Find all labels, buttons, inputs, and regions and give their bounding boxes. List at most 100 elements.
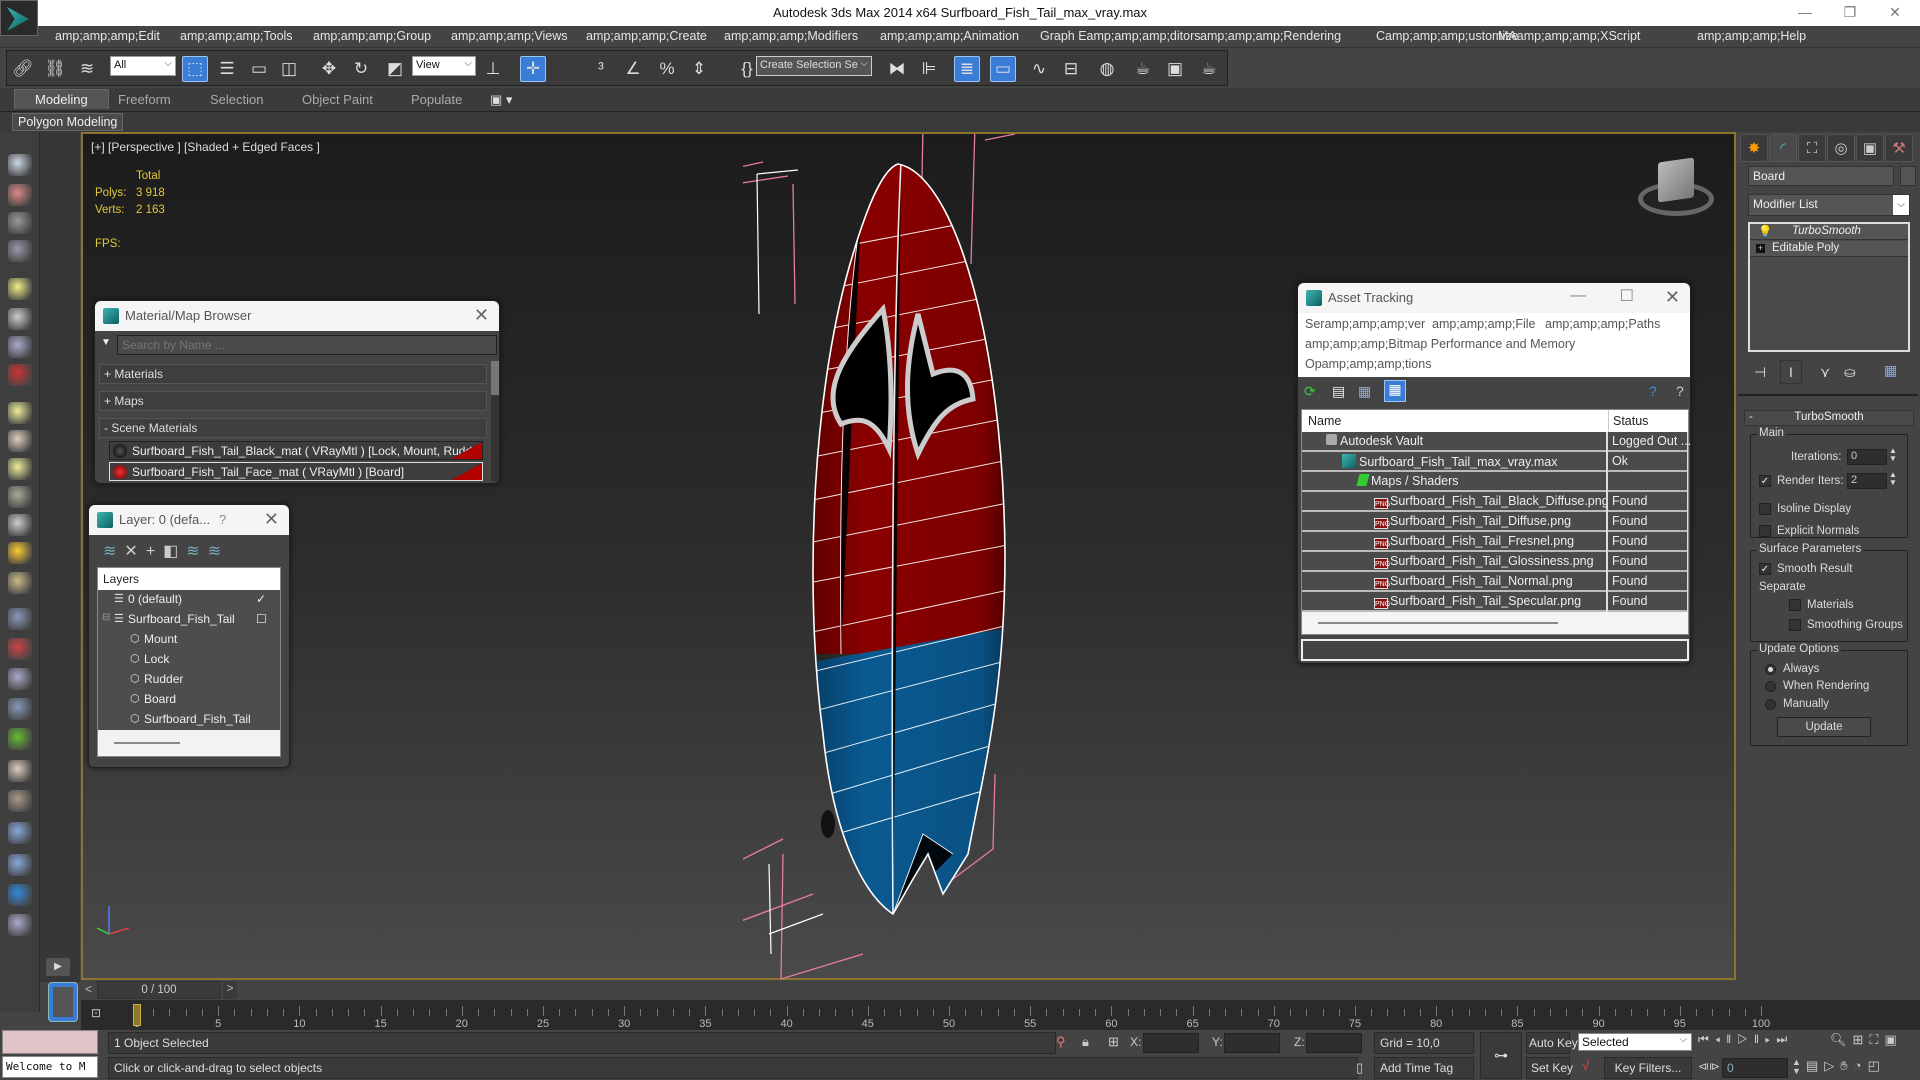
menu-item[interactable]: amp;amp;amp;Group [313,29,431,43]
tab-selection[interactable]: Selection [210,92,263,107]
named-selection-dropdown[interactable]: Create Selection Se ⌵ [756,56,872,76]
utilities-tab-icon[interactable]: ⚒ [1885,134,1913,162]
light-lister-icon[interactable] [8,278,32,300]
column-status[interactable]: Status [1608,410,1652,432]
curve-editor-icon[interactable]: ∿ [1026,56,1052,82]
current-layer-check-icon[interactable]: ✓ [256,592,266,606]
close-icon[interactable]: ✕ [264,509,279,530]
pivot-icon[interactable]: ⊥ [480,56,506,82]
viewport-label[interactable]: [+] [Perspective ] [Shaded + Edged Faces… [91,140,320,154]
selection-filter-dropdown[interactable]: All ⌵ [110,56,176,76]
spinner-arrows-icon[interactable]: ▲ ▼ [1889,447,1897,463]
render-frame-icon[interactable] [8,184,32,206]
select-by-name-icon[interactable]: ☰ [214,56,240,82]
modify-tab-icon[interactable]: ◜ [1769,134,1797,162]
create-layer-icon[interactable]: ≋ [103,543,124,560]
absolute-mode-icon[interactable]: ⊞ [1108,1034,1119,1050]
asset-row[interactable]: Surfboard_Fish_Tail_max_vray.max Ok [1302,452,1687,472]
prev-frame-arrow[interactable]: < [85,982,92,996]
zoom-extents-icon[interactable]: ⛶ [1869,1032,1884,1047]
play-icon[interactable]: ▷ [1737,1032,1754,1046]
tab-freeform[interactable]: Freeform [118,92,171,107]
ring-icon[interactable] [8,458,32,480]
menu-item[interactable]: amp;amp;amp;Edit [55,29,160,43]
asset-hscroll[interactable] [1302,612,1688,634]
stack-item-turbosmooth[interactable]: 💡 TurboSmooth [1750,224,1908,240]
smooth-result-checkbox[interactable]: ✓ [1759,563,1771,575]
asset-row[interactable]: Autodesk Vault Logged Out ... [1302,432,1691,452]
display-tab-icon[interactable]: ▣ [1856,134,1884,162]
category-scene-materials[interactable]: - Scene Materials [99,418,487,438]
vault-help-icon[interactable]: ? [1649,383,1657,399]
asset-row[interactable]: PNGSurfboard_Fish_Tail_Normal.png Found [1302,572,1687,592]
column-name[interactable]: Name [1308,414,1341,428]
layer-row[interactable]: ⬡ Mount [98,630,280,650]
collapse-icon[interactable]: ⊟ [102,612,110,623]
when-rendering-radio[interactable] [1765,681,1776,692]
asset-path-field[interactable] [1301,639,1689,661]
asset-row[interactable]: Maps / Shaders [1302,472,1687,492]
menu-item[interactable]: amp;amp;amp;Modifiers [724,29,858,43]
frame-spinner-icon[interactable]: ▲ ▼ [1792,1058,1801,1076]
scene-explorer-icon[interactable]: ▭ [990,56,1016,82]
material-item-selected[interactable]: Surfboard_Fish_Tail_Face_mat ( VRayMtl )… [109,462,483,481]
set-key-button[interactable]: Set Key [1526,1057,1573,1079]
asset-row[interactable]: PNGSurfboard_Fish_Tail_Black_Diffuse.png… [1302,492,1687,512]
category-materials[interactable]: + Materials [99,364,487,384]
render-icon-2[interactable] [8,884,32,906]
render-iters-spinner[interactable]: 2 [1847,473,1887,489]
maximize-button[interactable]: ☐ [1620,286,1634,306]
manually-radio[interactable] [1765,699,1776,710]
material-browser-titlebar[interactable]: Material/Map Browser ✕ [95,301,499,331]
unlink-icon[interactable]: ⛓ [42,56,68,82]
menu-item[interactable]: amp;amp;amp;Create [586,29,707,43]
tree-view-icon[interactable]: ▦ [1358,383,1371,400]
track-bar[interactable]: ⊡ 05101520253035404550556065707580859095… [81,1000,1920,1030]
isolate-selection-icon[interactable]: ⚲ [1056,1034,1066,1050]
render-setup-icon[interactable]: ☕︎ [1130,56,1156,82]
time-slider[interactable]: 0 / 100 [97,981,221,999]
stack-item-editable-poly[interactable]: + Editable Poly [1750,241,1908,257]
video-camera-icon[interactable] [8,364,32,386]
minimize-button[interactable]: — [1790,4,1820,20]
create-tab-icon[interactable]: ✸ [1740,134,1768,162]
time-config-icon[interactable]: ▤ [1806,1058,1824,1073]
spinner-snap-icon[interactable]: ⇕ [686,56,712,82]
cone-icon[interactable] [8,514,32,536]
menu-server[interactable]: Seramp;amp;amp;ver [1305,317,1425,331]
x-coordinate-box[interactable] [1143,1033,1199,1053]
list-view-icon[interactable]: ▤ [1332,383,1345,400]
manipulate-icon[interactable]: ✛ [520,56,546,82]
pan-icon[interactable]: ✋︎ [1840,1058,1853,1073]
viewcube[interactable] [1638,154,1714,218]
expand-plus-icon[interactable]: + [1756,244,1765,253]
rotate-icon[interactable]: ↻ [348,56,374,82]
layer-row[interactable]: ⬡ Surfboard_Fish_Tail [98,710,280,730]
asset-row[interactable]: PNGSurfboard_Fish_Tail_Diffuse.png Found [1302,512,1687,532]
show-end-result-icon[interactable]: I [1780,360,1802,384]
teapot-icon[interactable] [8,154,32,176]
key-mode-toggle-icon[interactable]: ⧏⧐ [1698,1060,1720,1073]
isoline-display-checkbox[interactable] [1759,503,1771,515]
viewport-layout-icon[interactable] [8,240,32,262]
delete-layer-icon[interactable]: ✕ [124,543,145,560]
tab-modeling[interactable]: Modeling [14,89,109,109]
auto-key-button[interactable]: Auto Key [1526,1032,1578,1054]
dome-icon[interactable] [8,430,32,452]
current-frame-field[interactable]: 0 [1722,1058,1788,1078]
pin-stack-icon[interactable]: ⊣ [1754,364,1766,381]
close-icon[interactable]: ✕ [1665,287,1680,308]
spinner-arrows-icon[interactable]: ▲ ▼ [1889,471,1897,487]
go-to-end-icon[interactable]: ⏭ [1776,1032,1793,1046]
blue-sphere-icon[interactable] [8,822,32,844]
menu-paths[interactable]: amp;amp;amp;Paths [1545,317,1660,331]
layer-row[interactable]: ⬡ Board [98,690,280,710]
scene-states-icon[interactable] [8,212,32,234]
next-key-icon[interactable]: ‖▸ [1754,1032,1776,1046]
move-icon[interactable]: ✥ [316,56,342,82]
asset-tracking-titlebar[interactable]: Asset Tracking — ☐ ✕ [1298,283,1690,313]
ribbon-options-icon[interactable]: ▣ ▾ [490,92,512,108]
material-icon[interactable] [8,854,32,876]
fov-icon[interactable]: ▷ [1824,1058,1840,1073]
layers-column-header[interactable]: Layers [98,568,280,590]
